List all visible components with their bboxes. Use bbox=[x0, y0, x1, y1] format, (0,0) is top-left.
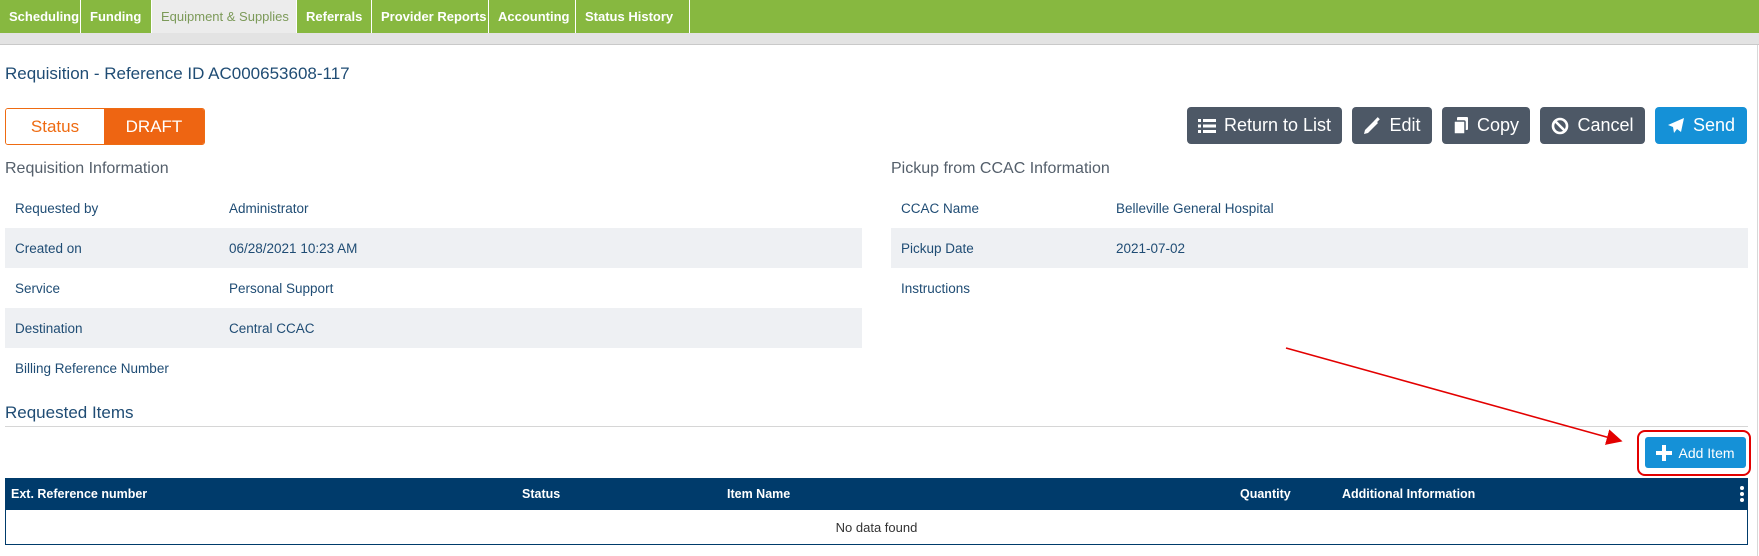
send-label: Send bbox=[1692, 115, 1736, 135]
column-header-additional-information[interactable]: Additional Information bbox=[1342, 478, 1475, 510]
paper-plane-icon bbox=[1667, 117, 1684, 133]
top-tab-bar: Scheduling Funding Equipment & Supplies … bbox=[0, 0, 1759, 33]
page-title: Requisition - Reference ID AC000653608-1… bbox=[5, 64, 350, 83]
send-button[interactable]: Send bbox=[1655, 107, 1747, 144]
tab-equipment-supplies[interactable]: Equipment & Supplies bbox=[152, 0, 297, 33]
list-icon bbox=[1197, 118, 1216, 133]
info-value: Belleville General Hospital bbox=[1116, 200, 1274, 216]
empty-text: No data found bbox=[835, 519, 918, 535]
info-value: Central CCAC bbox=[229, 320, 315, 336]
copy-label: Copy bbox=[1476, 115, 1520, 135]
status-value: DRAFT bbox=[104, 109, 204, 144]
tab-referrals[interactable]: Referrals bbox=[297, 0, 372, 33]
pencil-icon bbox=[1364, 116, 1381, 134]
info-row-created-on: Created on 06/28/2021 10:23 AM bbox=[5, 228, 862, 268]
section-divider bbox=[5, 426, 1748, 427]
info-label: Instructions bbox=[901, 280, 971, 296]
right-border bbox=[1757, 45, 1758, 556]
requisition-info-title: Requisition Information bbox=[5, 160, 169, 177]
info-value: 06/28/2021 10:23 AM bbox=[229, 240, 358, 256]
return-to-list-button[interactable]: Return to List bbox=[1187, 107, 1342, 144]
add-item-label: Add Item bbox=[1678, 444, 1735, 461]
cancel-label: Cancel bbox=[1577, 115, 1634, 135]
tab-funding[interactable]: Funding bbox=[81, 0, 152, 33]
table-empty-row: No data found bbox=[5, 510, 1748, 545]
plus-icon bbox=[1656, 444, 1673, 461]
info-label: CCAC Name bbox=[901, 200, 980, 216]
info-label: Service bbox=[15, 280, 61, 296]
requested-items-table: Ext. Reference number Status Item Name Q… bbox=[5, 478, 1748, 545]
edit-label: Edit bbox=[1389, 115, 1421, 135]
requested-items-title: Requested Items bbox=[5, 403, 134, 422]
edit-button[interactable]: Edit bbox=[1352, 107, 1432, 144]
info-row-pickup-date: Pickup Date 2021-07-02 bbox=[891, 228, 1748, 268]
status-badge: Status DRAFT bbox=[5, 108, 205, 145]
pickup-info-title: Pickup from CCAC Information bbox=[891, 160, 1110, 177]
info-label: Destination bbox=[15, 320, 83, 336]
info-value: Personal Support bbox=[229, 280, 334, 296]
tab-underline-strip bbox=[0, 33, 1759, 45]
add-item-button[interactable]: Add Item bbox=[1645, 437, 1746, 468]
tab-status-history[interactable]: Status History bbox=[576, 0, 690, 33]
status-label: Status bbox=[6, 109, 104, 144]
ban-icon bbox=[1552, 117, 1569, 134]
info-row-billing-reference: Billing Reference Number bbox=[5, 348, 862, 388]
info-value: 2021-07-02 bbox=[1116, 240, 1186, 256]
info-label: Created on bbox=[15, 240, 82, 256]
info-value: Administrator bbox=[229, 200, 309, 216]
info-row-instructions: Instructions bbox=[891, 268, 1748, 308]
info-label: Pickup Date bbox=[901, 240, 974, 256]
column-header-item-name[interactable]: Item Name bbox=[727, 478, 790, 510]
cancel-button[interactable]: Cancel bbox=[1540, 107, 1645, 144]
tab-provider-reports[interactable]: Provider Reports bbox=[372, 0, 489, 33]
info-label: Billing Reference Number bbox=[15, 360, 169, 376]
copy-icon bbox=[1453, 116, 1468, 135]
kebab-icon[interactable] bbox=[1740, 486, 1744, 502]
return-to-list-label: Return to List bbox=[1223, 115, 1332, 135]
info-row-service: Service Personal Support bbox=[5, 268, 862, 308]
info-row-requested-by: Requested by Administrator bbox=[5, 188, 862, 228]
column-header-quantity[interactable]: Quantity bbox=[1240, 478, 1291, 510]
info-row-destination: Destination Central CCAC bbox=[5, 308, 862, 348]
column-header-ext-reference[interactable]: Ext. Reference number bbox=[11, 478, 147, 510]
column-header-status[interactable]: Status bbox=[522, 478, 560, 510]
copy-button[interactable]: Copy bbox=[1442, 107, 1530, 144]
tab-accounting[interactable]: Accounting bbox=[489, 0, 576, 33]
info-row-ccac-name: CCAC Name Belleville General Hospital bbox=[891, 188, 1748, 228]
tab-scheduling[interactable]: Scheduling bbox=[0, 0, 81, 33]
info-label: Requested by bbox=[15, 200, 99, 216]
table-header: Ext. Reference number Status Item Name Q… bbox=[5, 478, 1748, 510]
